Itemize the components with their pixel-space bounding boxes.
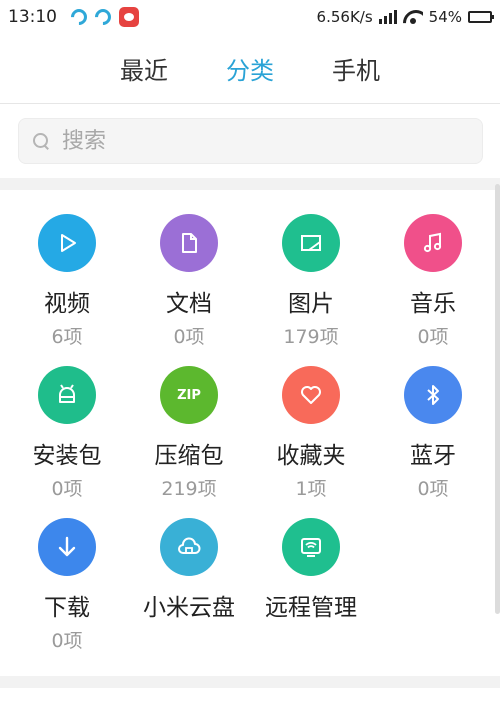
scrollbar[interactable] [495,184,500,614]
browser-notification-icon [67,5,91,29]
tab-recent[interactable]: 最近 [120,44,168,98]
category-name: 安装包 [32,443,102,469]
category-item[interactable]: ZIP 压缩包 219项 [128,366,250,518]
category-item[interactable]: 音乐 0项 [372,214,494,366]
category-name: 蓝牙 [410,443,456,469]
category-grid: 视频 6项 文档 0项 图片 179项 音乐 0项 安装包 0项 ZIP 压缩包 219项 收藏夹 1项 蓝牙… [6,214,494,670]
category-item[interactable]: 安装包 0项 [6,366,128,518]
category-count: 0项 [417,478,449,500]
remote-icon [282,518,340,576]
category-name: 小米云盘 [143,595,235,621]
category-item[interactable]: 收藏夹 1项 [250,366,372,518]
status-indicators: 6.56K/s 54% [316,8,494,26]
image-icon [282,214,340,272]
document-icon [160,214,218,272]
download-icon [38,518,96,576]
status-bar: 13:10 6.56K/s 54% [0,0,500,34]
signal-icon [378,10,397,24]
tab-phone[interactable]: 手机 [332,44,380,98]
category-item[interactable]: 小米云盘 [128,518,250,670]
section-separator [0,676,500,688]
status-time: 13:10 [8,7,57,27]
zip-icon-label: ZIP [177,387,201,403]
category-count: 0项 [417,326,449,348]
category-tabs: 最近 分类 手机 [0,44,500,98]
search-box[interactable] [18,118,483,164]
heart-icon [282,366,340,424]
category-count: 1项 [295,478,327,500]
category-item[interactable]: 远程管理 [250,518,372,670]
battery-icon [468,11,494,23]
tab-category[interactable]: 分类 [226,44,274,98]
category-count: 0项 [173,326,205,348]
search-icon [33,132,50,150]
notification-icons [67,5,139,29]
category-name: 音乐 [410,291,456,317]
zip-icon: ZIP [160,366,218,424]
section-separator [0,178,500,190]
music-icon [404,214,462,272]
category-count: 219项 [161,478,217,500]
bluetooth-icon [404,366,462,424]
category-name: 视频 [44,291,90,317]
browser-notification-icon [91,5,115,29]
category-name: 收藏夹 [276,443,346,469]
android-icon [38,366,96,424]
category-name: 远程管理 [265,595,357,621]
category-count: 6项 [51,326,83,348]
category-count: 179项 [283,326,339,348]
network-speed: 6.56K/s [316,8,373,26]
category-count: 0项 [51,478,83,500]
category-count: 0项 [51,630,83,652]
cloud-drive-icon [160,518,218,576]
category-name: 下载 [44,595,90,621]
play-icon [38,214,96,272]
wifi-icon [403,10,423,24]
category-name: 文档 [166,291,212,317]
category-item[interactable]: 图片 179项 [250,214,372,366]
category-name: 图片 [288,291,334,317]
category-item[interactable]: 文档 0项 [128,214,250,366]
battery-percent: 54% [428,8,462,26]
search-input[interactable] [62,128,442,154]
category-item[interactable]: 蓝牙 0项 [372,366,494,518]
category-item[interactable]: 视频 6项 [6,214,128,366]
divider [0,103,500,104]
app-notification-icon [119,7,139,27]
category-item[interactable]: 下载 0项 [6,518,128,670]
category-name: 压缩包 [154,443,224,469]
